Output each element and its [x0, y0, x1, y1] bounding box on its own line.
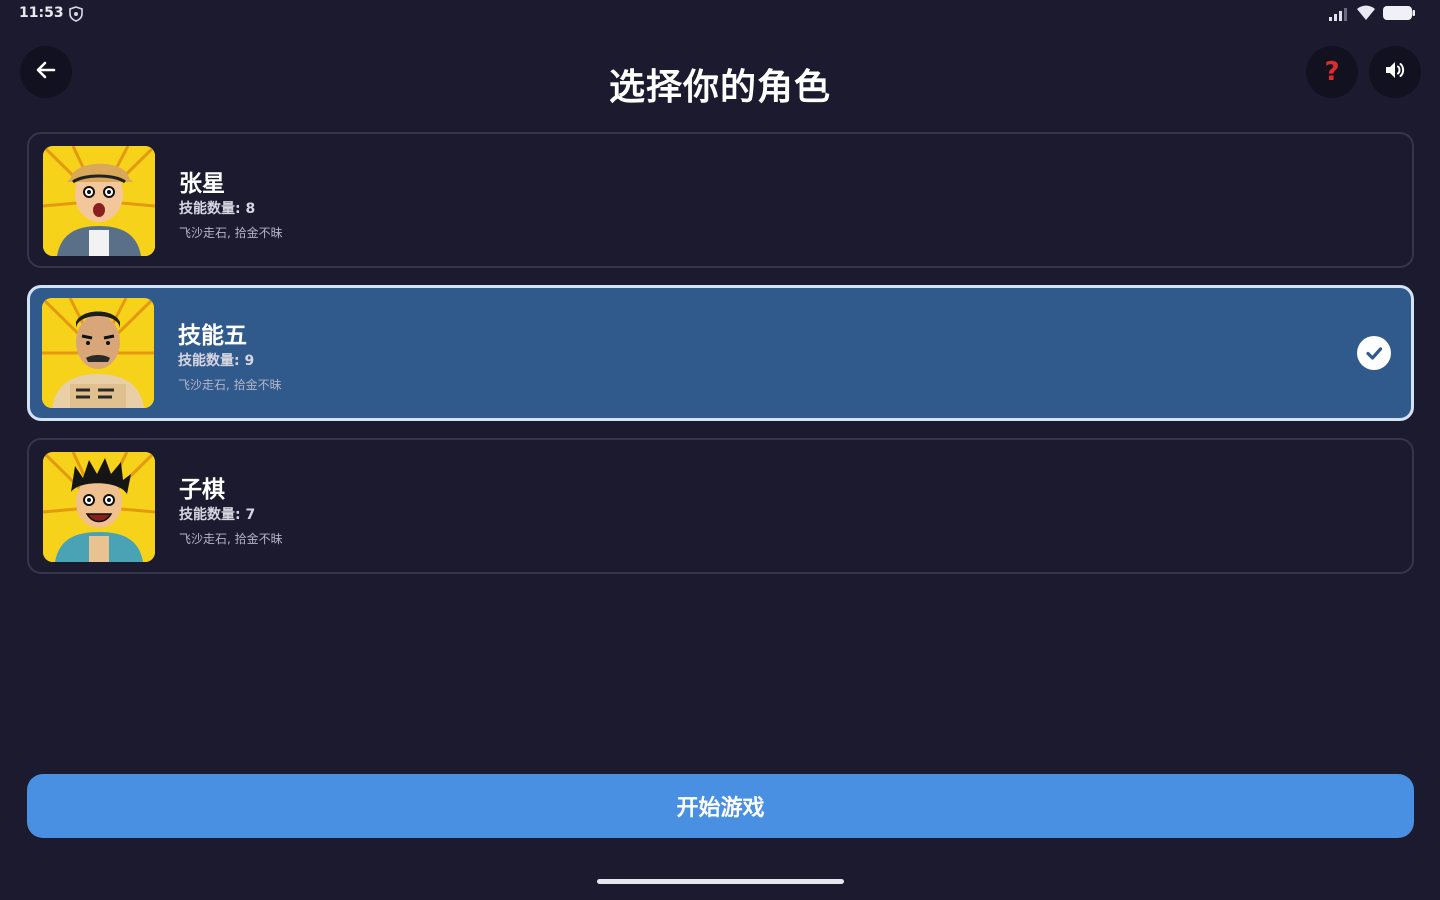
skill-count: 技能数量: 7: [179, 507, 256, 523]
character-list: 张星 技能数量: 8 飞沙走石, 拾金不昧 技能五 技能数量: 9 飞沙走石,: [27, 132, 1414, 591]
character-name: 子棋: [179, 477, 225, 503]
help-button[interactable]: ?: [1306, 46, 1358, 98]
signal-icon: [1328, 6, 1350, 25]
character-card-ziqi[interactable]: 子棋 技能数量: 7 飞沙走石, 拾金不昧: [27, 438, 1414, 574]
character-card-jinengwu[interactable]: 技能五 技能数量: 9 飞沙走石, 拾金不昧: [27, 285, 1414, 421]
selected-check-icon: [1357, 336, 1391, 370]
page-title: 选择你的角色: [608, 67, 831, 108]
skill-count: 技能数量: 9: [178, 353, 255, 369]
question-icon: ?: [1324, 57, 1340, 87]
home-indicator[interactable]: [597, 879, 844, 884]
character-avatar: [42, 298, 154, 408]
character-card-zhangxing[interactable]: 张星 技能数量: 8 飞沙走石, 拾金不昧: [27, 132, 1414, 268]
skill-list: 飞沙走石, 拾金不昧: [179, 226, 283, 240]
character-name: 技能五: [178, 323, 247, 349]
status-icons: [1328, 5, 1416, 25]
speaker-icon: [1383, 58, 1407, 86]
skill-list: 飞沙走石, 拾金不昧: [179, 532, 283, 546]
skill-list: 飞沙走石, 拾金不昧: [178, 378, 282, 392]
skill-count: 技能数量: 8: [179, 201, 256, 217]
character-name: 张星: [179, 171, 225, 197]
start-game-button[interactable]: 开始游戏: [27, 774, 1414, 838]
shield-icon: [68, 6, 84, 22]
sound-button[interactable]: [1369, 46, 1421, 98]
status-bar: 11:53: [0, 0, 1440, 28]
status-time: 11:53: [19, 5, 64, 21]
wifi-icon: [1356, 5, 1376, 25]
character-avatar: [43, 146, 155, 256]
character-avatar: [43, 452, 155, 562]
battery-icon: [1382, 5, 1416, 25]
